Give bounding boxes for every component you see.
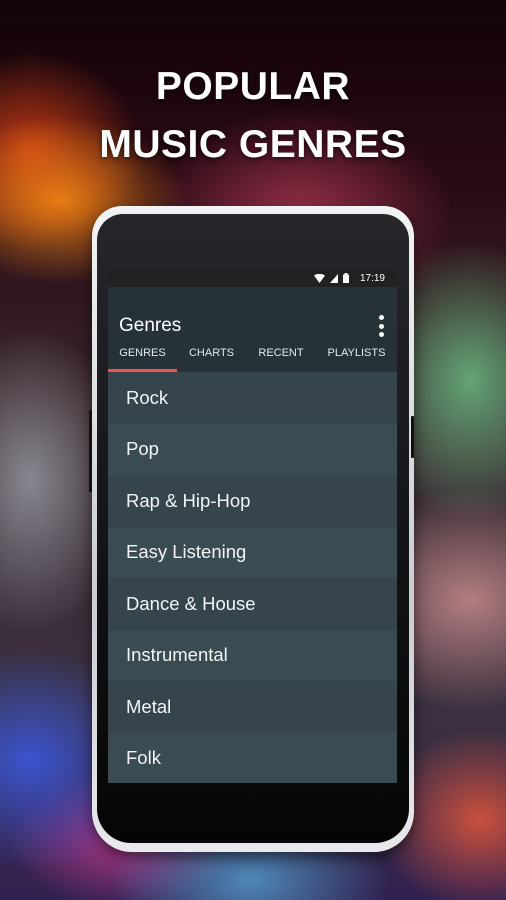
battery-icon: [342, 273, 349, 283]
genre-item-rap-hip-hop[interactable]: Rap & Hip-Hop: [108, 475, 397, 527]
genre-item-easy-listening[interactable]: Easy Listening: [108, 526, 397, 578]
status-bar: 17:19: [108, 269, 397, 287]
genre-item-instrumental[interactable]: Instrumental: [108, 629, 397, 681]
headline-line-1: POPULAR: [155, 65, 351, 108]
wifi-icon: [313, 273, 325, 283]
tab-recent[interactable]: RECENT: [246, 338, 316, 372]
phone-side-button-left: [89, 410, 92, 492]
genre-list: Rock Pop Rap & Hip-Hop Easy Listening Da…: [108, 372, 397, 783]
app-bar: Genres GENRES CHARTS RECENT PLAYLISTS: [108, 287, 397, 372]
more-vert-icon[interactable]: [375, 315, 387, 337]
headline-line-2: MUSIC GENRES: [99, 123, 407, 166]
app-title: Genres: [119, 315, 182, 336]
status-time: 17:19: [359, 272, 385, 284]
genre-item-dance-house[interactable]: Dance & House: [108, 578, 397, 630]
tab-bar: GENRES CHARTS RECENT PLAYLISTS: [108, 338, 397, 372]
phone-screen: 17:19 Genres GENRES CHARTS RECENT PLAYLI…: [108, 269, 397, 783]
promo-headline: POPULAR MUSIC GENRES: [0, 58, 506, 174]
phone-side-button-right: [411, 416, 414, 458]
tab-charts[interactable]: CHARTS: [177, 338, 246, 372]
genre-item-metal[interactable]: Metal: [108, 681, 397, 733]
genre-item-pop[interactable]: Pop: [108, 423, 397, 475]
tab-genres[interactable]: GENRES: [108, 338, 177, 372]
genre-item-rock[interactable]: Rock: [108, 372, 397, 424]
tab-playlists[interactable]: PLAYLISTS: [316, 338, 397, 372]
signal-icon: [329, 273, 338, 283]
genre-item-folk[interactable]: Folk: [108, 732, 397, 783]
